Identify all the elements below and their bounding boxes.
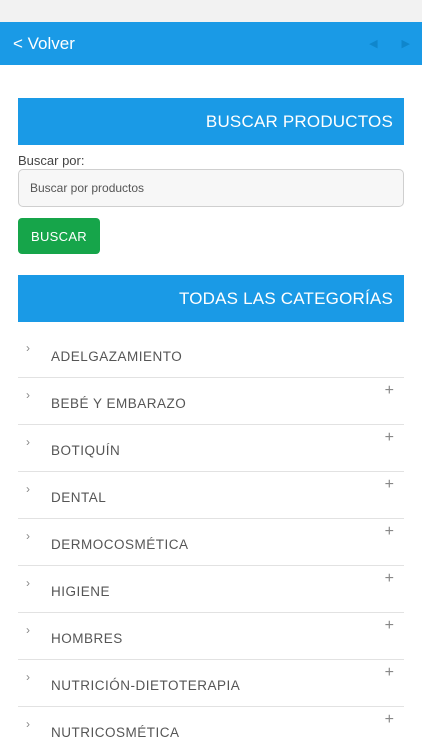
top-navbar: < Volver ◀ ▶ (0, 22, 422, 65)
expand-plus-icon[interactable]: + (385, 382, 394, 400)
category-row[interactable]: › BEBÉ Y EMBARAZO + (18, 378, 404, 425)
chevron-right-icon: › (26, 623, 30, 637)
prev-arrow-icon[interactable]: ◀ (369, 37, 377, 50)
category-row[interactable]: › DENTAL + (18, 472, 404, 519)
search-label: Buscar por: (18, 153, 85, 168)
expand-plus-icon[interactable]: + (385, 429, 394, 447)
chevron-right-icon: › (26, 670, 30, 684)
chevron-right-icon: › (26, 482, 30, 496)
expand-plus-icon[interactable]: + (385, 523, 394, 541)
category-name[interactable]: HOMBRES (51, 631, 123, 646)
search-section-header: BUSCAR PRODUCTOS (18, 98, 404, 145)
category-row[interactable]: › NUTRICOSMÉTICA + (18, 707, 404, 750)
category-name[interactable]: DENTAL (51, 490, 106, 505)
category-name[interactable]: BOTIQUÍN (51, 443, 120, 458)
expand-plus-icon[interactable]: + (385, 664, 394, 682)
category-name[interactable]: BEBÉ Y EMBARAZO (51, 396, 186, 411)
category-row[interactable]: › HOMBRES + (18, 613, 404, 660)
expand-plus-icon[interactable]: + (385, 617, 394, 635)
chevron-right-icon: › (26, 341, 30, 355)
chevron-right-icon: › (26, 435, 30, 449)
search-input[interactable] (18, 169, 404, 207)
category-row[interactable]: › BOTIQUÍN + (18, 425, 404, 472)
category-row[interactable]: › DERMOCOSMÉTICA + (18, 519, 404, 566)
chevron-right-icon: › (26, 717, 30, 731)
search-button[interactable]: BUSCAR (18, 218, 100, 254)
category-name[interactable]: ADELGAZAMIENTO (51, 349, 182, 364)
chevron-right-icon: › (26, 388, 30, 402)
category-name[interactable]: HIGIENE (51, 584, 110, 599)
next-arrow-icon[interactable]: ▶ (402, 37, 410, 50)
category-row[interactable]: › NUTRICIÓN-DIETOTERAPIA + (18, 660, 404, 707)
category-row[interactable]: › ADELGAZAMIENTO (18, 331, 404, 378)
expand-plus-icon[interactable]: + (385, 711, 394, 729)
expand-plus-icon[interactable]: + (385, 570, 394, 588)
chevron-right-icon: › (26, 529, 30, 543)
category-name[interactable]: NUTRICIÓN-DIETOTERAPIA (51, 678, 240, 693)
category-name[interactable]: DERMOCOSMÉTICA (51, 537, 189, 552)
categories-section-header: TODAS LAS CATEGORÍAS (18, 275, 404, 322)
nav-arrows: ◀ ▶ (369, 37, 410, 50)
category-row[interactable]: › HIGIENE + (18, 566, 404, 613)
category-name[interactable]: NUTRICOSMÉTICA (51, 725, 180, 740)
expand-plus-icon[interactable]: + (385, 476, 394, 494)
category-list: › ADELGAZAMIENTO › BEBÉ Y EMBARAZO + › BOTIQUÍ… (18, 331, 404, 750)
back-button[interactable]: < Volver (13, 34, 75, 54)
chevron-right-icon: › (26, 576, 30, 590)
status-bar (0, 0, 422, 22)
